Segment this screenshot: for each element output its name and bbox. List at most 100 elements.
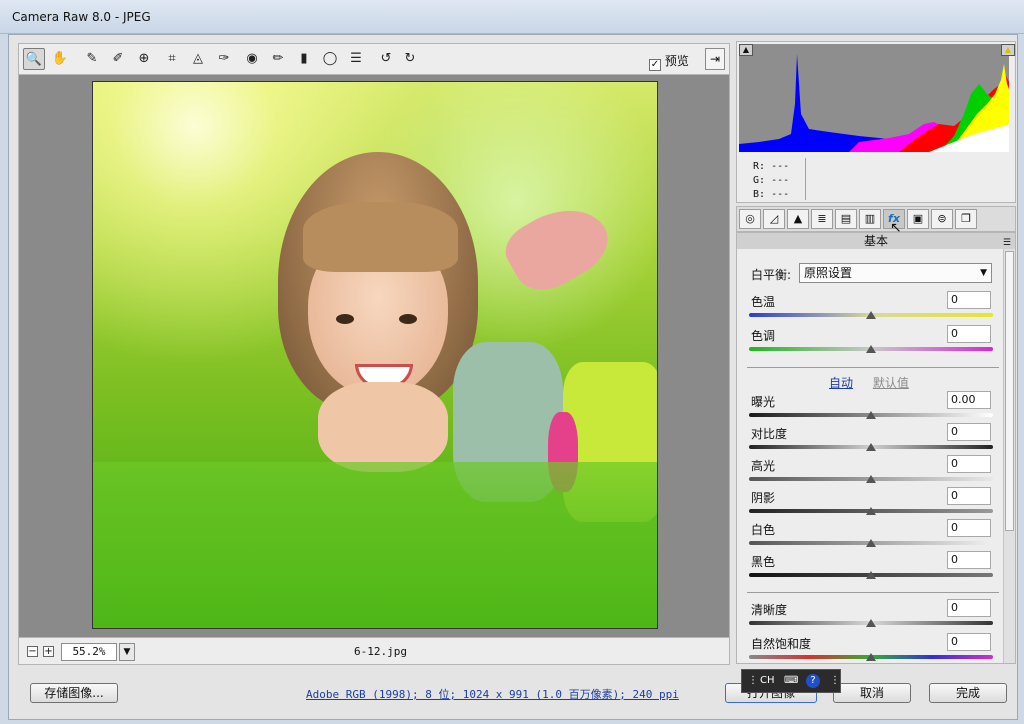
camera-icon: ▣ bbox=[912, 212, 924, 225]
g-label: G: bbox=[753, 175, 766, 186]
adjustment-brush-tool[interactable]: ✏ bbox=[267, 48, 289, 70]
zoom-in-button[interactable]: + bbox=[43, 646, 54, 657]
spot-removal-tool[interactable]: ✑ bbox=[213, 48, 235, 70]
scrollbar-thumb[interactable] bbox=[1005, 251, 1014, 531]
vibrance-value-field[interactable]: 0 bbox=[947, 633, 991, 651]
panel-scrollbar[interactable] bbox=[1003, 249, 1015, 663]
blacks-value-field[interactable]: 0 bbox=[947, 551, 991, 569]
histogram-panel: ▲ ▲ R: --- G: --- B: --- bbox=[736, 41, 1016, 203]
exposure-slider-thumb[interactable] bbox=[866, 411, 876, 419]
list-icon: ☰ bbox=[350, 51, 362, 66]
ime-grip-icon: ⋮ bbox=[748, 675, 758, 686]
contrast-slider-thumb[interactable] bbox=[866, 443, 876, 451]
tab-lens-corrections[interactable]: ▥ bbox=[859, 209, 881, 229]
tint-slider-thumb[interactable] bbox=[866, 345, 876, 353]
clarity-slider-thumb[interactable] bbox=[866, 619, 876, 627]
zoom-tool[interactable]: 🔍 bbox=[23, 48, 45, 70]
divider bbox=[747, 367, 999, 368]
tab-hsl[interactable]: ≣ bbox=[811, 209, 833, 229]
preview-canvas[interactable] bbox=[18, 75, 730, 637]
contrast-value-field[interactable]: 0 bbox=[947, 423, 991, 441]
ime-language[interactable]: CH bbox=[760, 675, 775, 686]
save-image-button[interactable]: 存储图像... bbox=[30, 683, 118, 703]
whites-value-field[interactable]: 0 bbox=[947, 519, 991, 537]
detail-icon: ▲ bbox=[793, 212, 803, 225]
rotate-left-icon: ↺ bbox=[380, 51, 392, 66]
window-title: Camera Raw 8.0 - JPEG bbox=[12, 10, 151, 24]
tab-tone-curve[interactable]: ◿ bbox=[763, 209, 785, 229]
vibrance-label: 自然饱和度 bbox=[751, 637, 812, 651]
shadow-clipping-toggle[interactable]: ▲ bbox=[739, 44, 753, 56]
straighten-icon: ◬ bbox=[193, 51, 203, 66]
tab-presets[interactable]: ⊜ bbox=[931, 209, 953, 229]
tint-value-field[interactable]: 0 bbox=[947, 325, 991, 343]
color-sampler-icon: ✐ bbox=[112, 51, 124, 66]
preview-toggle[interactable]: ✓ 预览 bbox=[649, 52, 689, 71]
highlights-slider-thumb[interactable] bbox=[866, 475, 876, 483]
photo-hands bbox=[318, 382, 448, 472]
crop-icon: ⌗ bbox=[168, 51, 176, 66]
zoom-dropdown[interactable]: ▼ bbox=[119, 643, 135, 661]
highlight-clipping-toggle[interactable]: ▲ bbox=[1001, 44, 1015, 56]
shadows-value-field[interactable]: 0 bbox=[947, 487, 991, 505]
temperature-value-field[interactable]: 0 bbox=[947, 291, 991, 309]
tab-camera-calibration[interactable]: ▣ bbox=[907, 209, 929, 229]
temperature-label: 色温 bbox=[751, 295, 776, 309]
preferences-tool[interactable]: ☰ bbox=[345, 48, 367, 70]
panel-tabs: ◎ ◿ ▲ ≣ ▤ ▥ fx ▣ ⊜ ❐ bbox=[736, 206, 1016, 232]
contrast-label: 对比度 bbox=[751, 427, 788, 441]
keyboard-icon[interactable]: ⌨ bbox=[784, 675, 798, 686]
auto-link[interactable]: 自动 bbox=[829, 376, 853, 390]
tab-detail[interactable]: ▲ bbox=[787, 209, 809, 229]
histogram bbox=[739, 44, 1009, 152]
zoom-out-button[interactable]: − bbox=[27, 646, 38, 657]
white-balance-value: 原照设置 bbox=[804, 266, 853, 280]
rotate-right-icon: ↻ bbox=[404, 51, 416, 66]
curve-icon: ◿ bbox=[769, 212, 779, 225]
ime-options-icon[interactable]: ⋮ bbox=[830, 675, 840, 686]
preview-label: 预览 bbox=[664, 54, 689, 68]
targeted-adjustment-tool[interactable]: ⊕ bbox=[133, 48, 155, 70]
radial-filter-tool[interactable]: ◯ bbox=[319, 48, 341, 70]
graduated-filter-tool[interactable]: ▮ bbox=[293, 48, 315, 70]
crop-tool[interactable]: ⌗ bbox=[161, 48, 183, 70]
straighten-tool[interactable]: ◬ bbox=[187, 48, 209, 70]
basic-panel: 基本 ☰ 白平衡: 原照设置 ▼ 自动 默认值 色温 0 色调 0 曝光 0.00 对比度 0… bbox=[736, 232, 1016, 664]
highlights-value-field[interactable]: 0 bbox=[947, 455, 991, 473]
workflow-options-link[interactable]: Adobe RGB (1998); 8 位; 1024 x 991 (1.0 百… bbox=[306, 686, 679, 702]
hsl-icon: ≣ bbox=[817, 212, 827, 225]
panel-title: 基本 ☰ bbox=[737, 233, 1015, 249]
shadows-slider-thumb[interactable] bbox=[866, 507, 876, 515]
color-sampler-tool[interactable]: ✐ bbox=[107, 48, 129, 70]
photo-grass bbox=[93, 462, 657, 628]
fullscreen-button[interactable]: ⇥ bbox=[705, 48, 725, 70]
white-balance-tool[interactable]: ✎ bbox=[81, 48, 103, 70]
exposure-label: 曝光 bbox=[751, 395, 776, 409]
help-icon[interactable]: ? bbox=[806, 674, 820, 688]
vibrance-slider-thumb[interactable] bbox=[866, 653, 876, 661]
blacks-slider-thumb[interactable] bbox=[866, 571, 876, 579]
zoom-level-field[interactable]: 55.2% bbox=[61, 643, 117, 661]
r-label: R: bbox=[753, 161, 766, 172]
temperature-slider-thumb[interactable] bbox=[866, 311, 876, 319]
hand-tool[interactable]: ✋ bbox=[49, 48, 71, 70]
file-name: 6-12.jpg bbox=[354, 645, 407, 658]
tab-basic[interactable]: ◎ bbox=[739, 209, 761, 229]
red-eye-tool[interactable]: ◉ bbox=[241, 48, 263, 70]
tab-split-toning[interactable]: ▤ bbox=[835, 209, 857, 229]
done-button[interactable]: 完成 bbox=[929, 683, 1007, 703]
rotate-left-tool[interactable]: ↺ bbox=[375, 48, 397, 70]
graduated-filter-icon: ▮ bbox=[300, 51, 308, 66]
rotate-right-tool[interactable]: ↻ bbox=[399, 48, 421, 70]
clarity-value-field[interactable]: 0 bbox=[947, 599, 991, 617]
tab-snapshots[interactable]: ❐ bbox=[955, 209, 977, 229]
whites-slider-thumb[interactable] bbox=[866, 539, 876, 547]
default-link[interactable]: 默认值 bbox=[873, 376, 909, 390]
cancel-button[interactable]: 取消 bbox=[833, 683, 911, 703]
presets-icon: ⊜ bbox=[937, 212, 947, 225]
ime-toolbar[interactable]: ⋮ CH ⌨ ? ⋮ bbox=[741, 669, 841, 693]
preview-checkbox[interactable]: ✓ bbox=[649, 59, 661, 71]
snapshots-icon: ❐ bbox=[961, 212, 971, 225]
white-balance-select[interactable]: 原照设置 ▼ bbox=[799, 263, 992, 283]
exposure-value-field[interactable]: 0.00 bbox=[947, 391, 991, 409]
